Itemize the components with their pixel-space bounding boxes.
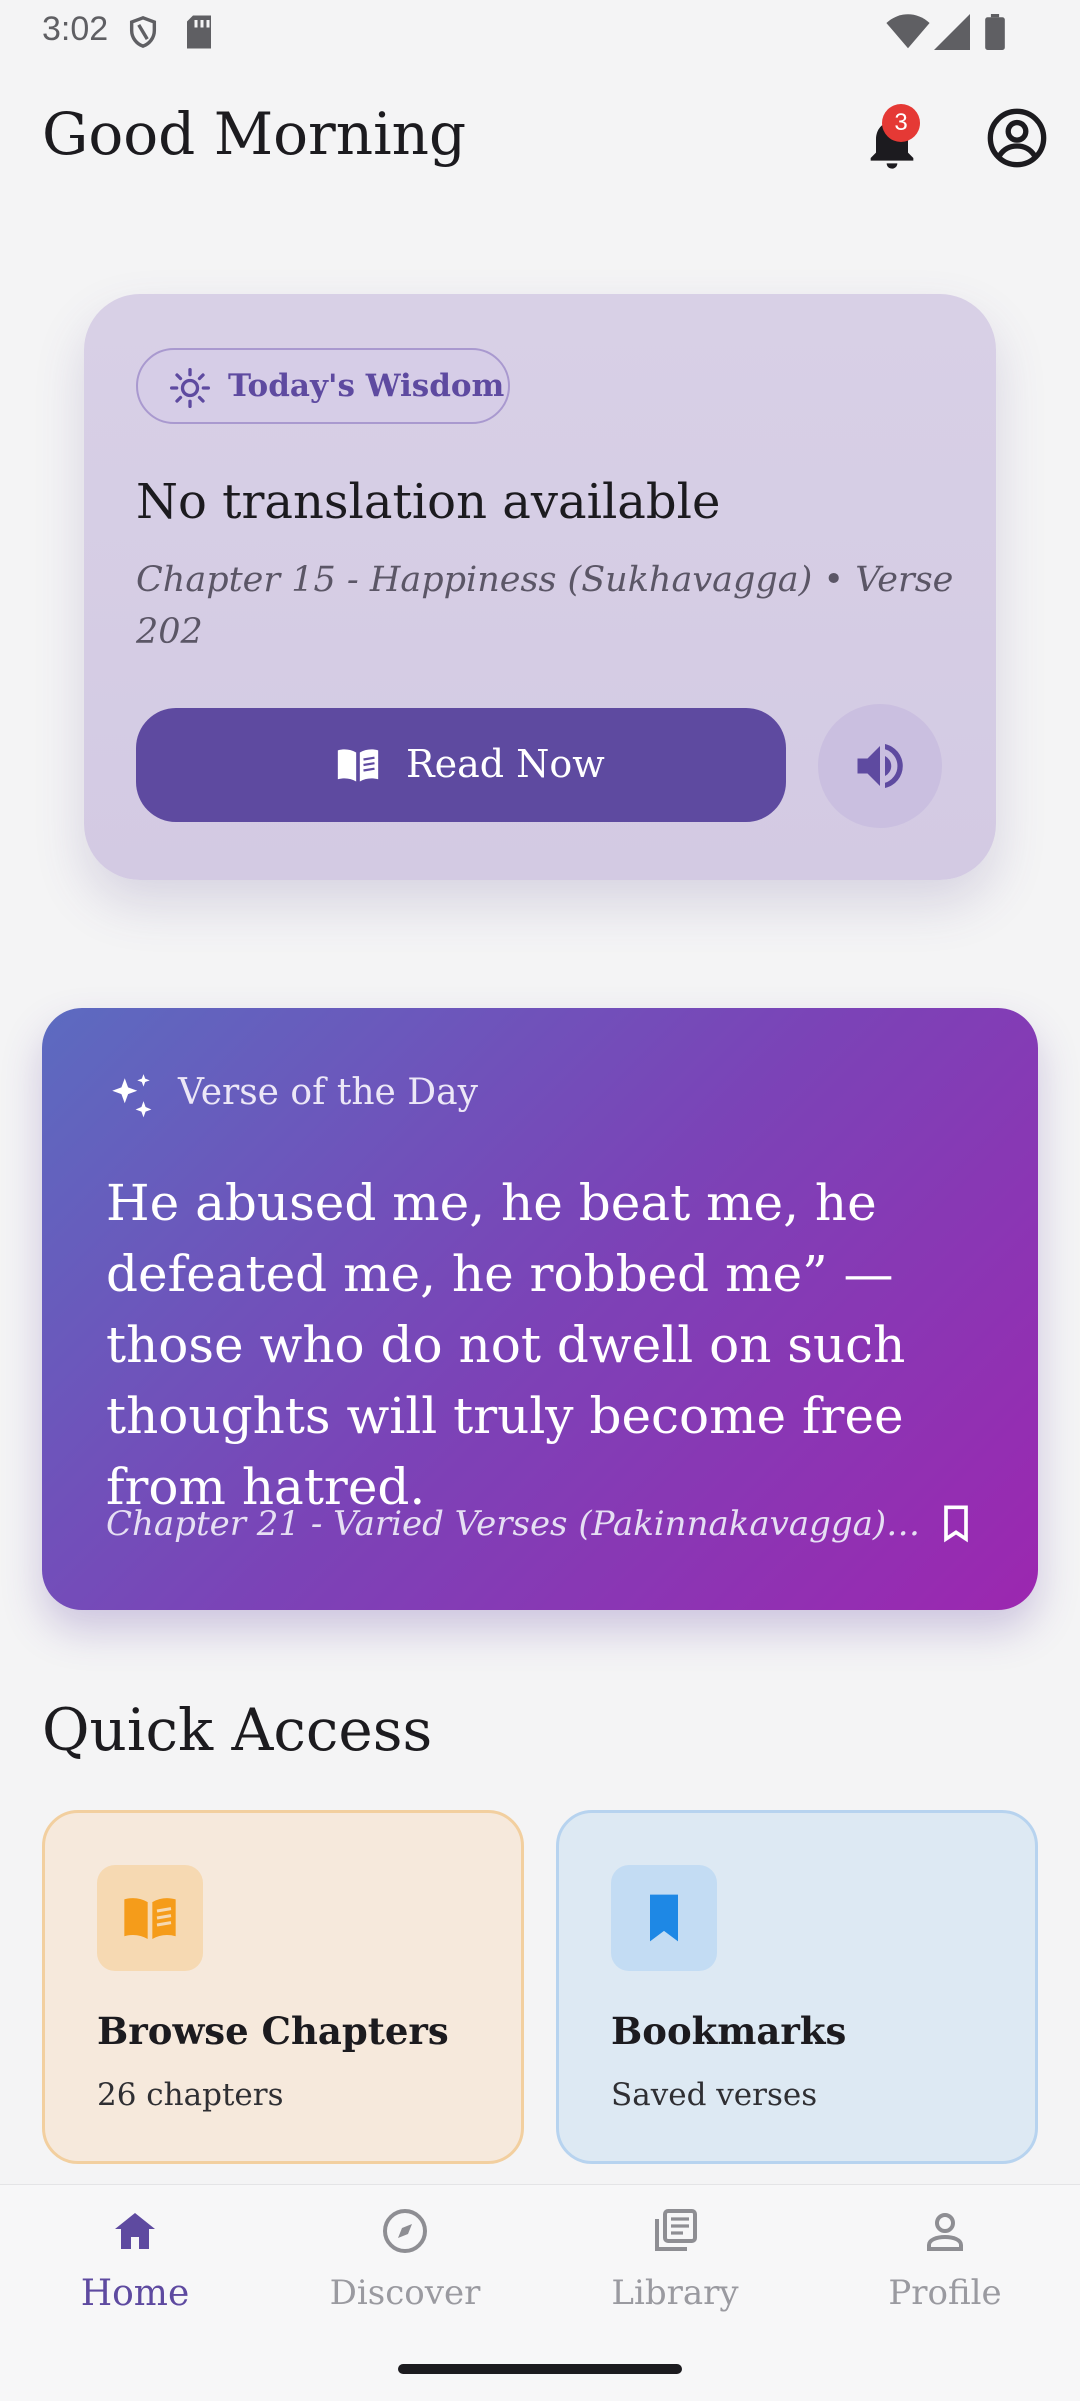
home-icon <box>115 2213 155 2249</box>
library-icon <box>655 2209 697 2251</box>
bookmarks-subtitle: Saved verses <box>611 2077 818 2113</box>
nav-library[interactable]: Library <box>540 2185 810 2335</box>
notification-badge: 3 <box>882 104 920 142</box>
home-indicator[interactable] <box>398 2364 682 2374</box>
book-open-icon <box>337 749 379 782</box>
browse-chapters-label: Browse Chapters <box>97 2009 449 2053</box>
bookmarks-card[interactable]: Bookmarks Saved verses <box>556 1810 1038 2164</box>
wisdom-reference: Chapter 15 - Happiness (Sukhavagga) • Ve… <box>136 560 954 652</box>
chip-label: Today's Wisdom <box>228 368 505 404</box>
nav-home[interactable]: Home <box>0 2185 270 2335</box>
quick-access-title: Quick Access <box>42 1696 433 1764</box>
read-now-button[interactable]: Read Now <box>136 708 786 822</box>
sparkle-icon <box>112 1074 152 1118</box>
shield-icon <box>129 16 157 48</box>
verse-heading: Verse of the Day <box>178 1072 478 1113</box>
person-icon <box>927 2213 963 2251</box>
verse-of-the-day-card[interactable]: Verse of the Day He abused me, he beat m… <box>42 1008 1038 1610</box>
signal-icon <box>934 14 970 50</box>
bookmark-outline-icon[interactable] <box>938 1504 974 1544</box>
volume-icon <box>857 744 903 788</box>
nav-profile-label: Profile <box>888 2273 1002 2313</box>
verse-text: He abused me, he beat me, he defeated me… <box>106 1174 906 1516</box>
sim-card-icon <box>187 15 211 49</box>
browse-chapters-count: 26 chapters <box>97 2077 284 2113</box>
nav-profile[interactable]: Profile <box>810 2185 1080 2335</box>
battery-icon <box>985 14 1005 50</box>
account-circle-icon <box>987 108 1047 168</box>
book-icon <box>124 1898 176 1939</box>
notifications-button[interactable]: 3 <box>860 104 924 174</box>
bookmark-icon <box>650 1894 678 1942</box>
sun-icon <box>170 368 210 408</box>
nav-home-label: Home <box>80 2273 190 2314</box>
nav-library-label: Library <box>611 2273 739 2313</box>
account-button[interactable] <box>985 106 1049 170</box>
play-audio-button[interactable] <box>818 704 942 828</box>
nav-discover[interactable]: Discover <box>270 2185 540 2335</box>
greeting-title: Good Morning <box>42 100 467 168</box>
status-time: 3:02 <box>42 10 109 48</box>
compass-icon <box>383 2209 427 2253</box>
browse-chapters-icon-box <box>97 1865 203 1971</box>
nav-discover-label: Discover <box>329 2273 481 2313</box>
verse-reference: Chapter 21 - Varied Verses (Pakinnakavag… <box>106 1504 926 1544</box>
wifi-icon <box>886 14 930 49</box>
wisdom-title: No translation available <box>136 474 721 530</box>
status-bar: 3:02 <box>0 0 1080 64</box>
bookmarks-label: Bookmarks <box>611 2009 847 2053</box>
todays-wisdom-card[interactable]: Today's Wisdom No translation available … <box>84 294 996 880</box>
todays-wisdom-chip: Today's Wisdom <box>136 348 510 424</box>
bookmarks-icon-box <box>611 1865 717 1971</box>
read-now-label: Read Now <box>406 742 605 786</box>
browse-chapters-card[interactable]: Browse Chapters 26 chapters <box>42 1810 524 2164</box>
